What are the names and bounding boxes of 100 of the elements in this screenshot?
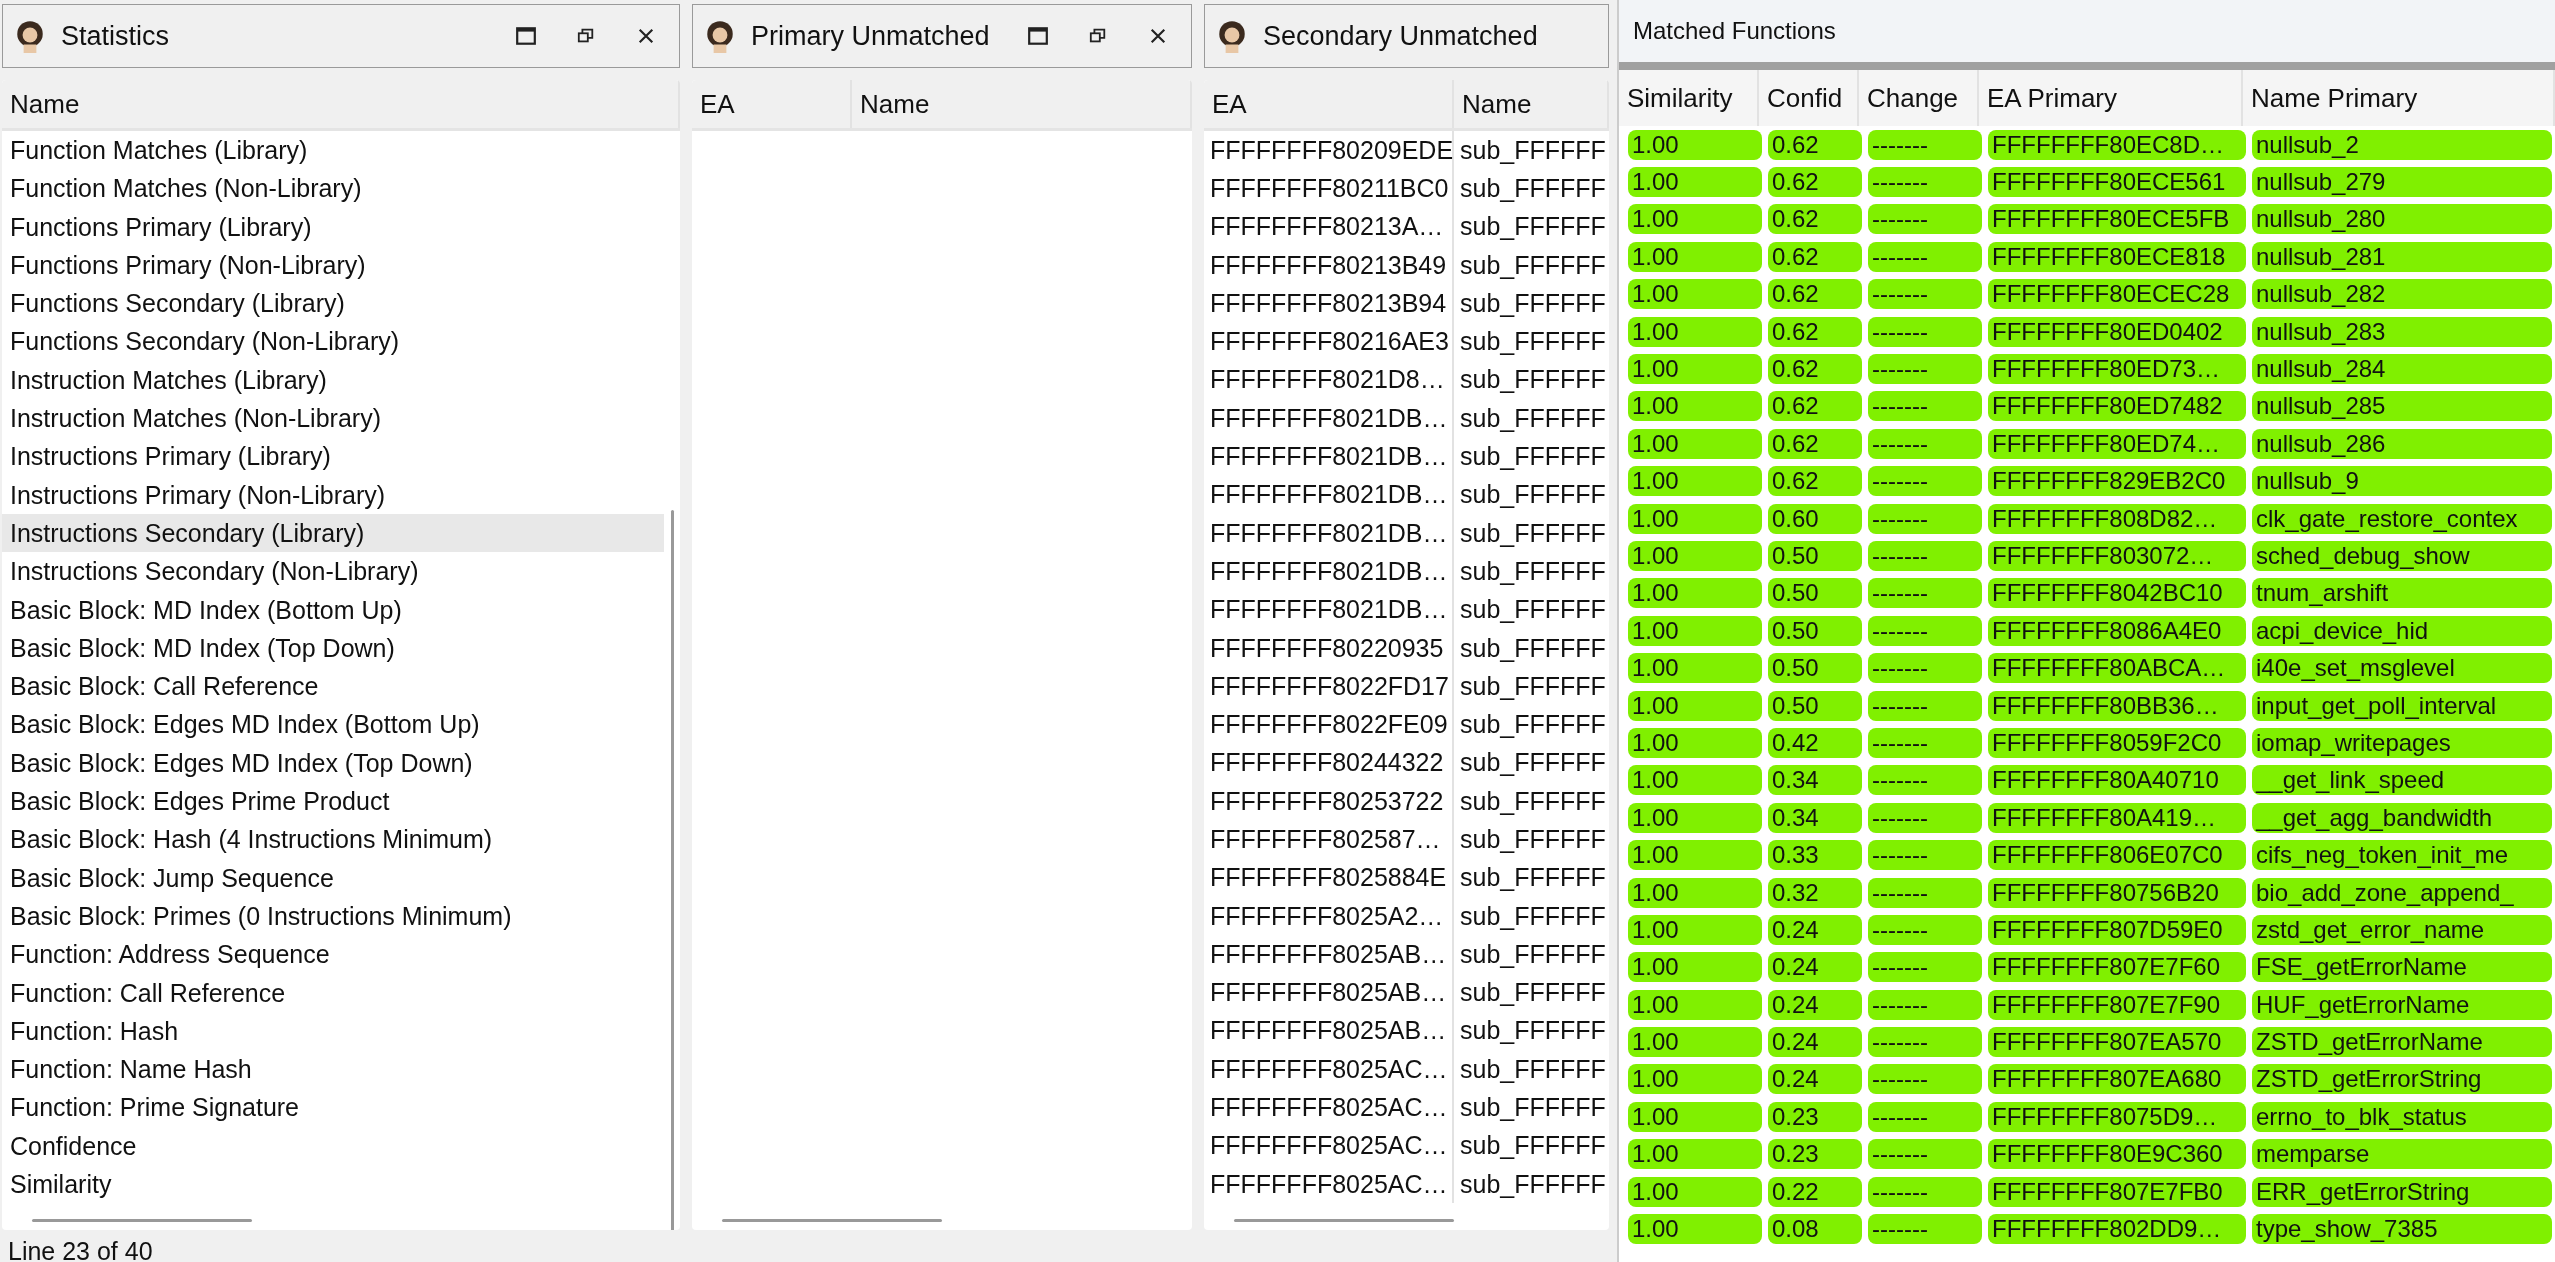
table-cell: FFFFFFFF8021DB… (1204, 513, 1454, 553)
statistics-row[interactable]: Functions Primary (Library) (2, 207, 664, 246)
statistics-row[interactable]: Function: Name Hash (2, 1050, 664, 1089)
statistics-row[interactable]: Function: Call Reference (2, 973, 664, 1012)
table-cell: FFFFFFFF80253722 (1204, 782, 1454, 821)
table-cell: bio_add_zone_append_ (2252, 877, 2552, 908)
table-cell: FFFFFFFF8025AB… (1204, 973, 1454, 1012)
table-cell: 1.00 (1628, 727, 1762, 758)
statistics-row[interactable]: Confidence (2, 1126, 664, 1165)
table-cell: nullsub_284 (2252, 354, 2552, 385)
column-header[interactable]: EA (1204, 80, 1454, 128)
statistics-row[interactable]: Instructions Secondary (Library) (2, 513, 664, 553)
statistics-row[interactable]: Similarity (2, 1165, 664, 1204)
table-cell: 0.32 (1768, 877, 1862, 908)
horizontal-scrollbar[interactable] (1234, 1219, 1454, 1222)
statistics-row[interactable]: Function: Hash (2, 1011, 664, 1051)
column-header[interactable]: Change (1859, 70, 1979, 126)
table-cell: FFFFFFFF803072… (1988, 541, 2246, 571)
table-cell: FFFFFFFF807EA680 (1988, 1064, 2246, 1095)
table-cell: nullsub_2 (2252, 129, 2552, 160)
statistics-row[interactable]: Functions Primary (Non-Library) (2, 245, 664, 285)
statistics-row[interactable]: Function Matches (Library) (2, 131, 664, 170)
horizontal-scrollbar[interactable] (722, 1219, 942, 1222)
table-cell-text: sub_FFFFFF (1459, 900, 1607, 932)
table-cell: FFFFFFFF80220935 (1204, 628, 1454, 668)
statistics-row[interactable]: Basic Block: Primes (0 Instructions Minimum) (2, 896, 664, 936)
statistics-row[interactable]: Basic Block: Hash (4 Instructions Minimum) (2, 820, 664, 859)
table-cell-text: sub_FFFFFF (1459, 747, 1607, 779)
vertical-scrollbar[interactable] (671, 510, 674, 1230)
table-cell-text: sub_FFFFFF (1459, 1168, 1607, 1200)
table-cell: 0.22 (1768, 1176, 1862, 1207)
table-cell: nullsub_282 (2252, 279, 2552, 310)
table-cell: FFFFFFFF80ECEC28 (1988, 279, 2246, 310)
statistics-row[interactable]: Function Matches (Non-Library) (2, 169, 664, 208)
table-cell: 1.00 (1628, 391, 1762, 422)
table-cell: ------- (1868, 653, 1982, 684)
table-cell: 0.62 (1768, 316, 1862, 347)
statistics-row[interactable]: Functions Secondary (Library) (2, 284, 664, 323)
table-cell: FFFFFFFF80244322 (1204, 743, 1454, 783)
statistics-row[interactable]: Instructions Primary (Non-Library) (2, 475, 664, 514)
table-cell: 0.24 (1768, 914, 1862, 945)
table-cell: 0.33 (1768, 840, 1862, 871)
column-header[interactable]: Confid (1759, 70, 1859, 126)
table-cell: 0.62 (1768, 167, 1862, 198)
table-cell: 0.24 (1768, 1027, 1862, 1058)
table-cell: FFFFFFFF807E7F60 (1988, 952, 2246, 983)
horizontal-scrollbar[interactable] (32, 1219, 252, 1222)
table-cell: __get_agg_bandwidth (2252, 802, 2552, 833)
statistics-row[interactable]: Basic Block: Edges MD Index (Bottom Up) (2, 705, 664, 744)
table-cell: FFFFFFFF806E07C0 (1988, 840, 2246, 871)
table-cell: 1.00 (1628, 204, 1762, 235)
table-cell: 1.00 (1628, 1139, 1762, 1170)
table-cell-text: sub_FFFFFF (1459, 479, 1607, 511)
column-header[interactable]: Similarity (1619, 70, 1759, 126)
pane-title: Primary Unmatched (751, 20, 990, 52)
table-cell: ZSTD_getErrorName (2252, 1027, 2552, 1058)
column-header[interactable]: Name (852, 80, 1192, 128)
statistics-row[interactable]: Basic Block: MD Index (Top Down) (2, 628, 664, 668)
table-cell: FFFFFFFF8025884E (1204, 858, 1454, 897)
table-cell: FFFFFFFF80216AE3 (1204, 322, 1454, 361)
table-cell: 0.24 (1768, 989, 1862, 1020)
table-cell: FFFFFFFF802DD9… (1988, 1214, 2246, 1244)
table-cell: ------- (1868, 428, 1982, 459)
table-cell: ------- (1868, 503, 1982, 534)
statistics-row[interactable]: Instructions Secondary (Non-Library) (2, 552, 664, 591)
table-cell: 1.00 (1628, 578, 1762, 609)
statistics-row[interactable]: Function: Prime Signature (2, 1088, 664, 1127)
table-cell: iomap_writepages (2252, 727, 2552, 758)
statistics-row[interactable]: Basic Block: Edges MD Index (Top Down) (2, 743, 664, 783)
statistics-row[interactable]: Basic Block: Edges Prime Product (2, 782, 664, 821)
table-cell: 1.00 (1628, 541, 1762, 571)
table-cell: ------- (1868, 765, 1982, 796)
statistics-row[interactable]: Instruction Matches (Non-Library) (2, 399, 664, 438)
table-cell: 0.42 (1768, 727, 1862, 758)
column-header[interactable]: Name Primary (2243, 70, 2555, 126)
statistics-row[interactable]: Functions Secondary (Non-Library) (2, 322, 664, 361)
table-cell: 1.00 (1628, 765, 1762, 796)
statistics-row[interactable]: Basic Block: Jump Sequence (2, 858, 664, 897)
table-cell: 1.00 (1628, 1027, 1762, 1058)
column-header[interactable]: EA Primary (1979, 70, 2243, 126)
table-cell: 0.62 (1768, 241, 1862, 272)
column-header[interactable]: Name (1454, 80, 1609, 128)
statistics-row[interactable]: Instructions Primary (Library) (2, 437, 664, 476)
table-cell-text: sub_FFFFFF (1459, 977, 1607, 1009)
statistics-row[interactable]: Function: Address Sequence (2, 935, 664, 974)
statistics-row[interactable]: Instruction Matches (Library) (2, 360, 664, 400)
table-cell: input_get_poll_interval (2252, 690, 2552, 721)
table-cell: ------- (1868, 1139, 1982, 1170)
status-text: Line 23 of 40 (8, 1237, 153, 1262)
statistics-row[interactable]: Basic Block: Call Reference (2, 667, 664, 706)
table-cell: 1.00 (1628, 316, 1762, 347)
table-cell-text: sub_FFFFFF (1459, 785, 1607, 817)
table-cell: ------- (1868, 316, 1982, 347)
table-cell: 0.50 (1768, 653, 1862, 684)
table-cell: ------- (1868, 989, 1982, 1020)
column-header[interactable]: EA (692, 80, 852, 128)
table-cell: 0.23 (1768, 1139, 1862, 1170)
table-cell: 0.60 (1768, 503, 1862, 534)
statistics-row[interactable]: Basic Block: MD Index (Bottom Up) (2, 590, 664, 629)
table-cell-text: sub_FFFFFF (1459, 824, 1607, 855)
